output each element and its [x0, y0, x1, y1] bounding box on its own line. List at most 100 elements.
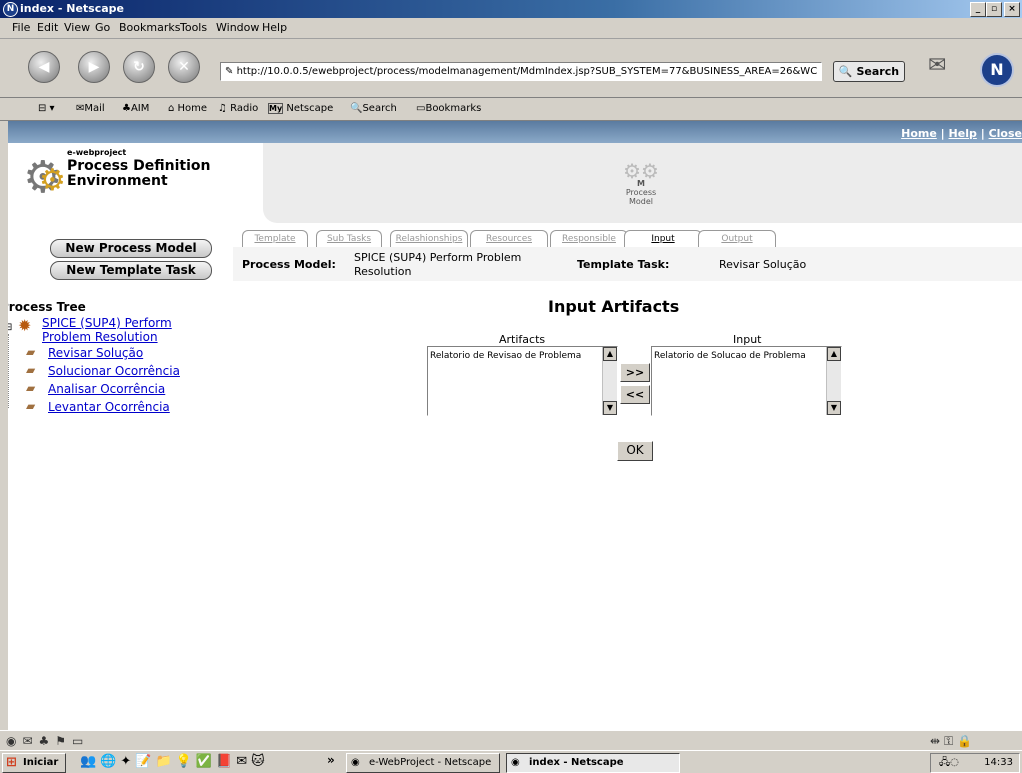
task-e-webproject[interactable]: ◉ e-WebProject - Netscape: [346, 753, 500, 773]
menu-bookmarks[interactable]: Bookmarks: [119, 21, 180, 34]
toolbar-radio[interactable]: ♫ Radio: [218, 103, 258, 114]
home-link[interactable]: Home: [901, 127, 937, 140]
add-artifact-button[interactable]: >>: [620, 363, 650, 382]
toolbar-aim[interactable]: ♣AIM: [122, 103, 149, 114]
link-separator: |: [940, 127, 945, 140]
input-listbox[interactable]: Relatorio de Solucao de Problema ▲ ▼: [651, 346, 842, 416]
task-index-netscape[interactable]: ◉ index - Netscape: [506, 753, 680, 773]
task-index-netscape-label: index - Netscape: [529, 757, 624, 768]
url-bar[interactable]: ✎ http://10.0.0.5/ewebproject/process/mo…: [220, 62, 822, 81]
input-item[interactable]: Relatorio de Solucao de Problema: [654, 351, 806, 361]
input-artifacts-heading: Input Artifacts: [548, 297, 680, 316]
scroll-up-icon[interactable]: ▲: [603, 347, 617, 361]
remove-artifact-button[interactable]: <<: [620, 385, 650, 404]
artifacts-listbox[interactable]: Relatorio de Revisao de Problema ▲ ▼: [427, 346, 618, 416]
brand-line-2: Environment: [67, 173, 168, 189]
scroll-up-icon[interactable]: ▲: [827, 347, 841, 361]
task-icon: ▰: [26, 363, 36, 377]
status-bar: ◉✉♣⚑▭ ⇹⚿🔒: [0, 730, 1022, 751]
tree-root-line-1[interactable]: SPICE (SUP4) Perform: [42, 316, 172, 330]
tab-relashionships[interactable]: Relashionships: [390, 230, 468, 248]
home-label: Home: [177, 103, 208, 114]
netscape-logo-icon[interactable]: N: [980, 53, 1014, 87]
tray-icons[interactable]: 🖧◌: [939, 757, 959, 768]
start-label: Iniciar: [23, 757, 59, 768]
start-button[interactable]: ⊞ Iniciar: [2, 753, 66, 773]
netscape-icon: N: [3, 2, 18, 17]
minimize-button[interactable]: _: [970, 2, 986, 17]
menu-help[interactable]: Help: [262, 21, 287, 34]
tabs-icon[interactable]: ⊟ ▾: [38, 103, 55, 114]
netscape-label: Netscape: [286, 103, 334, 114]
window-title: index - Netscape: [20, 2, 125, 15]
tab-input[interactable]: Input: [624, 230, 702, 248]
personal-toolbar: ⊟ ▾ ✉Mail ♣AIM ⌂ Home ♫ Radio My Netscap…: [0, 98, 1022, 121]
info-bar: Process Model: SPICE (SUP4) Perform Prob…: [233, 247, 1022, 281]
template-task-label: Template Task:: [577, 258, 670, 271]
quick-launch-icons[interactable]: 👥🌐✦📝📁💡✅📕✉🐱: [80, 754, 269, 769]
taskbar: ⊞ Iniciar 👥🌐✦📝📁💡✅📕✉🐱 » ◉ e-WebProject - …: [0, 750, 1022, 773]
back-icon[interactable]: ◀: [28, 51, 60, 83]
magnifier-icon: 🔍: [838, 65, 853, 78]
clock: 14:33: [984, 757, 1013, 768]
reload-icon[interactable]: ↻: [123, 51, 155, 83]
close-link[interactable]: Close: [989, 127, 1022, 140]
search-label: Search: [362, 103, 397, 114]
task-icon: ▰: [26, 381, 36, 395]
top-strip: Home | Help | Close: [8, 121, 1022, 143]
menu-window[interactable]: Window: [216, 21, 259, 34]
tree-item-levantar-ocorrencia[interactable]: Levantar Ocorrência: [48, 400, 170, 414]
process-model-label: Process Model:: [242, 258, 336, 271]
search-button-label: Search: [856, 65, 900, 78]
task-e-webproject-label: e-WebProject - Netscape: [369, 757, 492, 768]
process-node-icon: ✹: [18, 316, 32, 335]
collapse-icon[interactable]: ⊟: [8, 322, 12, 333]
stop-icon[interactable]: ✕: [168, 51, 200, 83]
model-line-2: Model: [628, 197, 654, 206]
task-icon: ▰: [26, 399, 36, 413]
toolbar-mail[interactable]: ✉Mail: [76, 103, 105, 114]
menu-tools[interactable]: Tools: [180, 21, 207, 34]
tab-resources[interactable]: Resources: [470, 230, 548, 248]
page-content: Home | Help | Close ⚙⚙ M Process Model ⚙…: [8, 121, 1022, 730]
toolbar-home[interactable]: ⌂ Home: [168, 103, 207, 114]
toolbar-bookmarks[interactable]: ▭Bookmarks: [416, 103, 481, 114]
input-scrollbar[interactable]: ▲ ▼: [826, 347, 841, 415]
forward-icon[interactable]: ▶: [78, 51, 110, 83]
bookmarks-label: Bookmarks: [425, 103, 482, 114]
link-separator: |: [980, 127, 985, 140]
new-process-model-button[interactable]: New Process Model: [50, 239, 212, 258]
tab-responsible[interactable]: Responsible: [550, 230, 628, 248]
toolbar-netscape[interactable]: My Netscape: [268, 103, 333, 114]
tree-root-line-2[interactable]: Problem Resolution: [42, 330, 158, 344]
close-window-button[interactable]: ×: [1004, 2, 1020, 17]
scroll-down-icon[interactable]: ▼: [603, 401, 617, 415]
radio-label: Radio: [230, 103, 259, 114]
menu-file[interactable]: File: [12, 21, 30, 34]
tab-output[interactable]: Output: [698, 230, 776, 248]
aim-label: AIM: [130, 103, 150, 114]
ok-button[interactable]: OK: [617, 441, 653, 461]
help-link[interactable]: Help: [949, 127, 977, 140]
artifacts-label: Artifacts: [499, 333, 546, 346]
system-tray: 🖧◌ 14:33: [930, 753, 1020, 773]
artifacts-scrollbar[interactable]: ▲ ▼: [602, 347, 617, 415]
menu-go[interactable]: Go: [95, 21, 110, 34]
toolbar-search[interactable]: 🔍Search: [350, 103, 397, 114]
scroll-down-icon[interactable]: ▼: [827, 401, 841, 415]
tree-item-analisar-ocorrencia[interactable]: Analisar Ocorrência: [48, 382, 165, 396]
search-button[interactable]: 🔍 Search: [833, 61, 905, 82]
tree-item-revisar-solucao[interactable]: Revisar Solução: [48, 346, 143, 360]
tab-sub-tasks[interactable]: Sub Tasks: [316, 230, 382, 248]
print-icon[interactable]: ✉: [928, 53, 968, 83]
maximize-button[interactable]: ▫: [986, 2, 1002, 17]
new-template-task-button[interactable]: New Template Task: [50, 261, 212, 280]
menu-edit[interactable]: Edit: [37, 21, 58, 34]
artifacts-item[interactable]: Relatorio de Revisao de Problema: [430, 351, 581, 361]
more-icon[interactable]: »: [327, 753, 335, 767]
tree-item-solucionar-ocorrencia[interactable]: Solucionar Ocorrência: [48, 364, 180, 378]
tab-template[interactable]: Template: [242, 230, 308, 248]
menu-view[interactable]: View: [64, 21, 90, 34]
model-line-1: Process: [625, 188, 657, 197]
template-task-value: Revisar Solução: [719, 258, 807, 271]
